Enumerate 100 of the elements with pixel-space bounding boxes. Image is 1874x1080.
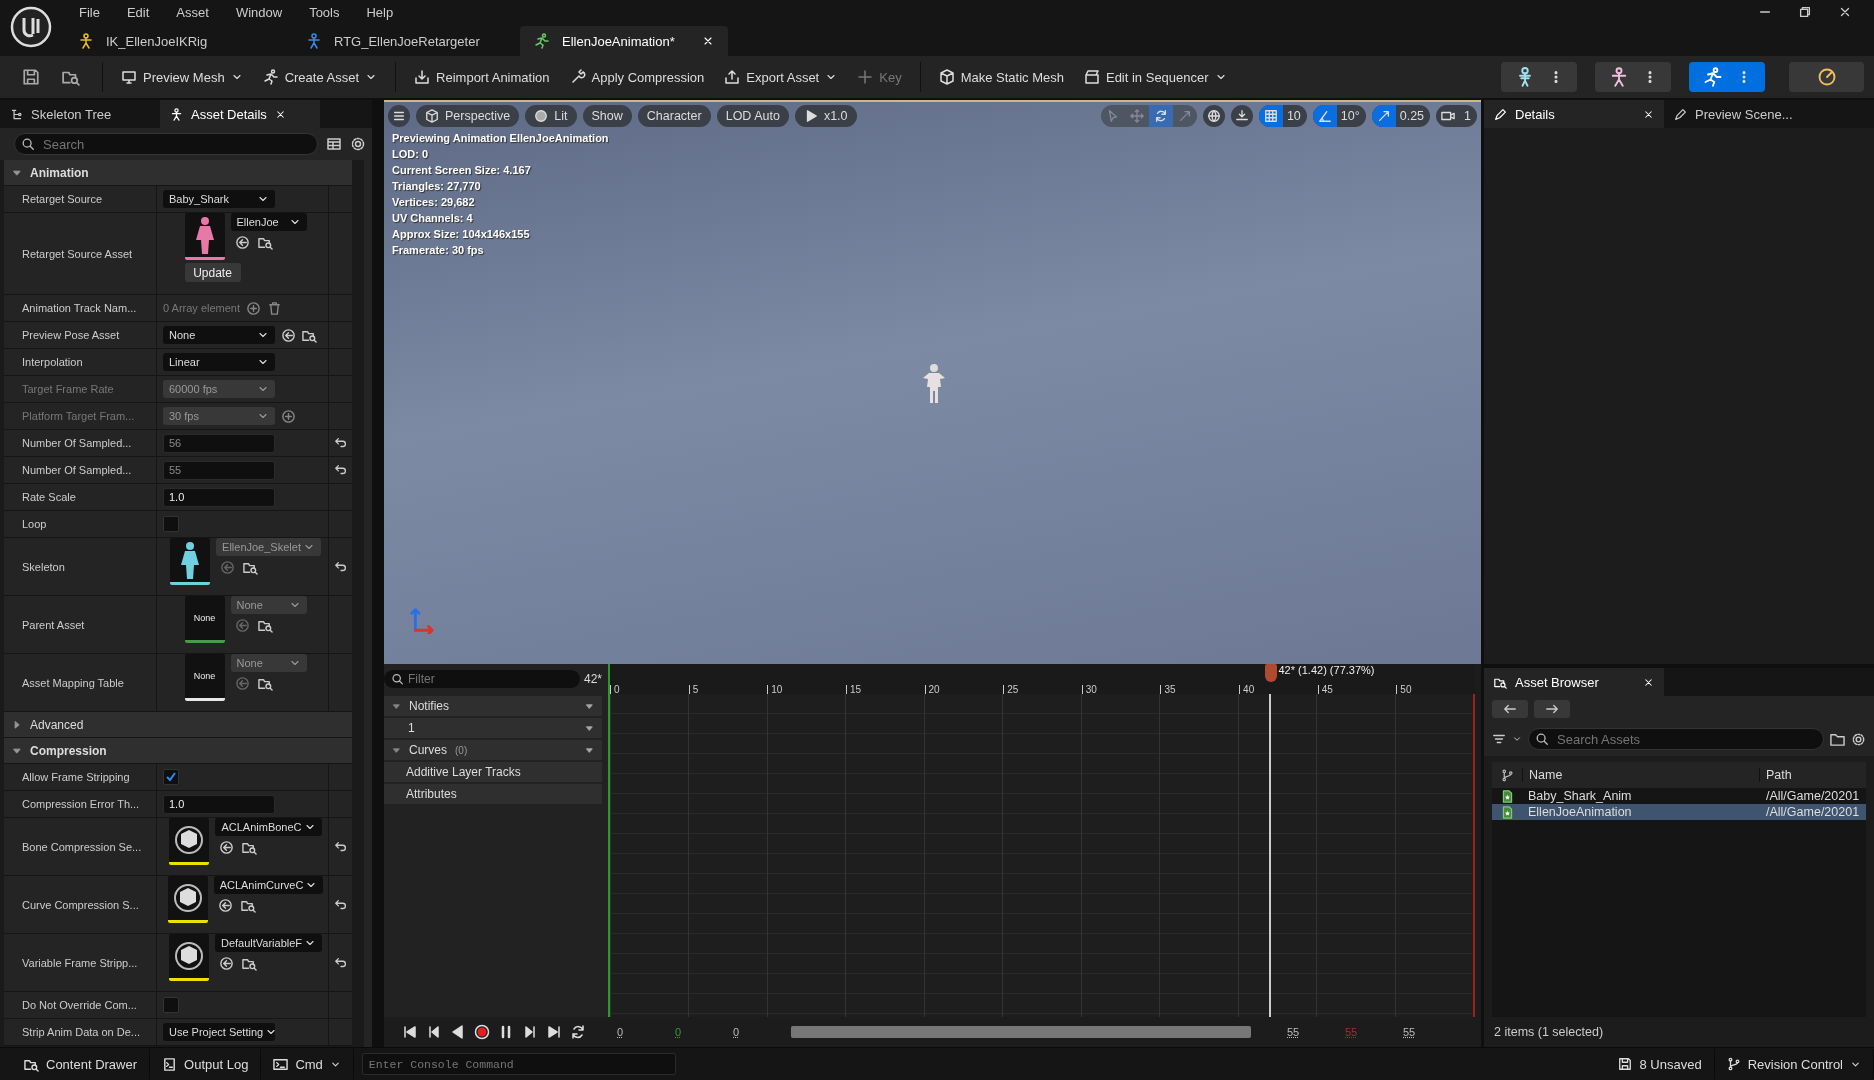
status-button[interactable]: Output Log: [150, 1049, 262, 1079]
menu-item[interactable]: Edit: [126, 4, 150, 20]
update-button[interactable]: Update: [184, 263, 241, 282]
asset-picker[interactable]: ACLAnimBoneC: [215, 818, 322, 836]
folder-search-icon[interactable]: [243, 560, 259, 575]
status-button[interactable]: 8 Unsaved: [1606, 1049, 1715, 1079]
snap-button[interactable]: 1: [1436, 105, 1477, 127]
section-header[interactable]: Compression: [4, 738, 352, 764]
track-row[interactable]: 1: [384, 718, 602, 738]
toolbar-button[interactable]: Create Asset: [254, 65, 386, 89]
asset-row[interactable]: Baby_Shark_Anim /All/Game/20201: [1492, 788, 1866, 804]
checkbox[interactable]: [163, 997, 179, 1013]
viewport-button[interactable]: Show: [582, 105, 632, 127]
mode-button[interactable]: [1789, 62, 1864, 92]
skip-forward-icon[interactable]: [546, 1024, 562, 1040]
track-row[interactable]: Attributes: [384, 784, 602, 804]
close-icon[interactable]: [1643, 108, 1654, 120]
dropdown[interactable]: Use Project Setting: [163, 1023, 275, 1041]
document-tab[interactable]: IK_EllenJoeIKRig: [64, 26, 292, 56]
panel-tab[interactable]: Preview Scene...: [1664, 100, 1844, 128]
viewport-button[interactable]: Character: [637, 105, 711, 127]
close-icon[interactable]: [1838, 5, 1852, 19]
column-header[interactable]: Path: [1759, 768, 1866, 782]
toolbar-button[interactable]: Apply Compression: [561, 65, 713, 89]
close-icon[interactable]: [702, 35, 714, 47]
skip-back-icon[interactable]: [402, 1024, 418, 1040]
restore-icon[interactable]: [1798, 5, 1812, 19]
range-scrollbar[interactable]: [791, 1026, 1251, 1038]
viewport-button[interactable]: Lit: [525, 105, 577, 127]
settings-icon[interactable]: [1851, 731, 1866, 747]
viewport-button[interactable]: x1.0: [794, 105, 857, 127]
toolbar-button[interactable]: Make Static Mesh: [930, 65, 1072, 89]
filter-icon[interactable]: [1492, 732, 1506, 746]
filter-field[interactable]: Filter: [384, 670, 580, 688]
menu-item[interactable]: Window: [235, 4, 283, 20]
trash-icon[interactable]: [267, 300, 283, 316]
asset-thumbnail[interactable]: [184, 213, 225, 260]
column-header[interactable]: Name: [1522, 768, 1759, 782]
arrow-left-icon[interactable]: [1503, 702, 1517, 716]
viewport-button[interactable]: LOD Auto: [716, 105, 789, 127]
undo-arrow-icon[interactable]: [333, 839, 348, 854]
play-reverse-icon[interactable]: [450, 1024, 466, 1040]
dropdown[interactable]: Baby_Shark: [163, 190, 275, 208]
undo-arrow-icon[interactable]: [333, 897, 348, 912]
menu-item[interactable]: Help: [366, 4, 394, 20]
asset-picker[interactable]: DefaultVariableF: [214, 934, 323, 952]
section-header[interactable]: Advanced: [4, 712, 352, 738]
folder-icon[interactable]: [1830, 731, 1845, 747]
back-button[interactable]: [1492, 700, 1528, 718]
arrow-right-icon[interactable]: [1545, 702, 1559, 716]
viewport-button[interactable]: Perspective: [416, 105, 520, 127]
step-back-icon[interactable]: [426, 1024, 442, 1040]
close-icon[interactable]: [274, 108, 286, 120]
folder-search-icon[interactable]: [257, 618, 273, 633]
folder-search-icon[interactable]: [242, 840, 258, 855]
document-tab[interactable]: EllenJoeAnimation*: [520, 26, 728, 56]
toolbar-button[interactable]: Edit in Sequencer: [1075, 65, 1235, 89]
local-space-button[interactable]: [1202, 105, 1225, 127]
step-forward-icon[interactable]: [522, 1024, 538, 1040]
toolbar-button[interactable]: Preview Mesh: [113, 65, 251, 89]
asset-picker[interactable]: ACLAnimCurveC: [213, 876, 324, 894]
checkbox[interactable]: [163, 769, 179, 785]
document-tab[interactable]: RTG_EllenJoeRetargeter: [292, 26, 520, 56]
console-input[interactable]: Enter Console Command: [361, 1053, 676, 1075]
loop-icon[interactable]: [570, 1024, 586, 1040]
status-button[interactable]: Revision Control: [1714, 1049, 1874, 1079]
close-icon[interactable]: [1643, 676, 1654, 688]
search-field[interactable]: Search: [14, 133, 318, 155]
arrow-circle-icon[interactable]: [218, 956, 234, 971]
number-field[interactable]: 1.0: [163, 487, 275, 507]
track-row[interactable]: Additive Layer Tracks: [384, 762, 602, 782]
track-header[interactable]: Curves (0): [384, 740, 602, 760]
panel-tab[interactable]: Asset Browser: [1484, 668, 1664, 696]
section-header[interactable]: Animation: [4, 160, 352, 186]
mode-button[interactable]: [1595, 62, 1671, 92]
record-icon[interactable]: [474, 1024, 490, 1040]
panel-tab[interactable]: Skeleton Tree: [0, 100, 160, 128]
dropdown[interactable]: Linear: [163, 353, 275, 371]
forward-button[interactable]: [1534, 700, 1570, 718]
app-logo-icon[interactable]: [10, 6, 52, 48]
panel-tab[interactable]: Details: [1484, 100, 1664, 128]
folder-search-icon[interactable]: [257, 676, 273, 691]
status-button[interactable]: Content Drawer: [12, 1049, 151, 1079]
undo-arrow-icon[interactable]: [333, 955, 348, 970]
dropdown[interactable]: None: [163, 326, 275, 344]
folder-search-icon[interactable]: [240, 898, 256, 913]
menu-item[interactable]: File: [79, 4, 100, 20]
status-button[interactable]: Cmd: [261, 1049, 354, 1079]
menu-item[interactable]: Asset: [176, 4, 209, 20]
snap-button[interactable]: 10: [1258, 105, 1307, 127]
plus-circle-icon[interactable]: [246, 300, 262, 316]
settings-icon[interactable]: [350, 136, 366, 152]
panel-tab[interactable]: Asset Details: [160, 100, 320, 128]
mode-button[interactable]: [1501, 62, 1577, 92]
snap-button[interactable]: 0.25: [1371, 105, 1431, 127]
folder-search-icon[interactable]: [241, 956, 257, 971]
asset-picker[interactable]: EllenJoe: [230, 213, 307, 231]
surface-snap-button[interactable]: [1230, 105, 1253, 127]
snap-button[interactable]: 10°: [1312, 105, 1366, 127]
toolbar-button[interactable]: Reimport Animation: [406, 65, 558, 89]
